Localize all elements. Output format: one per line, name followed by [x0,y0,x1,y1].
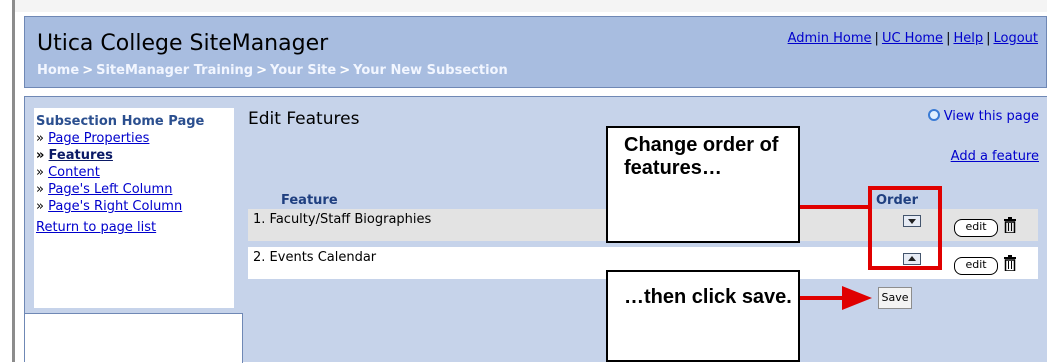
link-separator: | [946,31,951,46]
sidebar-item-label[interactable]: Content [48,165,100,180]
link-separator: | [986,31,991,46]
page-title: Edit Features [248,109,360,129]
bullet-icon: » [36,131,44,146]
feature-column-header: Feature [281,193,338,208]
sidebar-item-features[interactable]: » Features [36,147,234,164]
help-link[interactable]: Help [953,31,983,46]
breadcrumb: Home > SiteManager Training > Your Site > Your… [37,63,508,78]
bullet-icon: » [36,182,44,197]
callout-arrow-shaft [800,296,844,300]
edit-button[interactable]: edit [954,219,998,237]
breadcrumb-separator: > [339,63,351,78]
app-title: Utica College SiteManager [37,31,329,56]
callout-change-order: Change order of features… [606,126,800,243]
header-links: Admin Home | UC Home | Help | Logout [788,31,1038,46]
breadcrumb-item-subsection: Your New Subsection [353,63,508,78]
sidebar-item-page-properties[interactable]: » Page Properties [36,130,234,147]
link-separator: | [874,31,879,46]
admin-home-link[interactable]: Admin Home [788,31,872,46]
window-left-border [12,0,15,362]
logout-link[interactable]: Logout [993,31,1038,46]
feature-name: 2. Events Calendar [253,250,376,265]
view-page-link[interactable]: View this page [927,109,1039,124]
bullet-icon: » [36,165,44,180]
sidebar-item-label[interactable]: Page's Right Column [48,199,182,214]
view-page-label[interactable]: View this page [944,109,1039,124]
sidebar: Subsection Home Page » Page Properties »… [34,108,234,308]
add-feature-link[interactable]: Add a feature [951,149,1039,164]
sidebar-item-left-column[interactable]: » Page's Left Column [36,181,234,198]
sidebar-tab-panel [25,313,243,363]
breadcrumb-item-your-site[interactable]: Your Site [270,63,336,78]
magnifier-icon [927,109,940,121]
row-index: 1. [253,212,266,227]
bullet-icon: » [36,148,45,163]
trash-icon[interactable] [1004,217,1016,233]
feature-name: 1. Faculty/Staff Biographies [253,212,431,227]
return-to-page-list: Return to page list [36,219,234,236]
callout-click-save: …then click save. [606,270,800,362]
order-highlight-box [868,186,942,270]
edit-button[interactable]: edit [954,257,998,275]
sidebar-item-label[interactable]: Page Properties [48,131,149,146]
trash-icon[interactable] [1004,255,1016,271]
save-button[interactable]: Save [878,287,912,309]
callout-connector-line [800,205,868,209]
sidebar-item-label[interactable]: Features [49,148,113,163]
return-link[interactable]: Return to page list [36,220,156,235]
breadcrumb-separator: > [82,63,94,78]
sidebar-item-content[interactable]: » Content [36,164,234,181]
sidebar-title: Subsection Home Page [36,114,205,129]
breadcrumb-separator: > [256,63,267,78]
uc-home-link[interactable]: UC Home [882,31,943,46]
bullet-icon: » [36,199,44,214]
site-header: Utica College SiteManager Home > SiteManag… [24,16,1047,88]
arrow-right-icon [842,286,872,310]
sidebar-item-right-column[interactable]: » Page's Right Column [36,198,234,215]
breadcrumb-item-training[interactable]: SiteManager Training [96,63,253,78]
feature-label: Events Calendar [269,250,377,265]
feature-label: Faculty/Staff Biographies [269,212,432,227]
sidebar-item-label[interactable]: Page's Left Column [48,182,172,197]
row-index: 2. [253,250,266,265]
breadcrumb-item-home[interactable]: Home [37,63,79,78]
window-top-strip [15,0,1047,12]
